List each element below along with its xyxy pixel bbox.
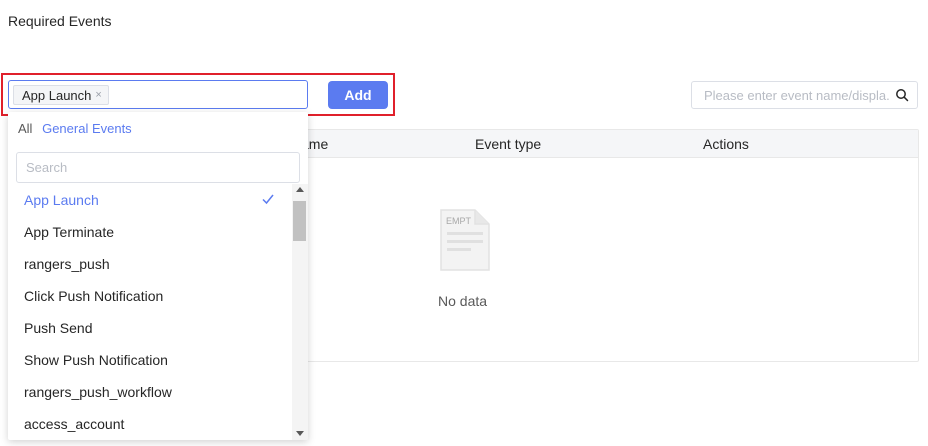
scroll-up-arrow-icon[interactable] — [296, 187, 304, 192]
list-item-label: rangers_push — [24, 256, 110, 272]
event-search-placeholder: Please enter event name/displa. — [704, 87, 890, 103]
tab-all[interactable]: All — [18, 121, 32, 136]
page-title: Required Events — [8, 13, 112, 29]
events-table: ame Event type Actions EMPT No data — [300, 129, 919, 362]
tag-close-icon[interactable]: × — [95, 89, 101, 101]
add-button[interactable]: Add — [328, 81, 388, 109]
event-dropdown: All General Events Search App Launch App… — [8, 112, 308, 440]
dropdown-list: App Launch App Terminate rangers_push Cl… — [8, 184, 292, 440]
list-item[interactable]: App Terminate — [8, 216, 292, 248]
scroll-down-arrow-icon[interactable] — [296, 431, 304, 436]
selected-tag: App Launch × — [13, 85, 109, 105]
list-item-label: Click Push Notification — [24, 288, 164, 304]
list-item-label: App Terminate — [24, 224, 115, 240]
event-select[interactable]: App Launch × — [8, 80, 308, 109]
list-item[interactable]: rangers_push_workflow — [8, 376, 292, 408]
list-item[interactable]: rangers_push — [8, 248, 292, 280]
list-item[interactable]: Push Send — [8, 312, 292, 344]
scroll-thumb[interactable] — [293, 201, 306, 241]
list-item[interactable]: App Launch — [8, 184, 292, 216]
tab-general-events[interactable]: General Events — [42, 121, 132, 136]
list-item-label: access_account — [24, 416, 125, 432]
column-header-event-type: Event type — [475, 136, 542, 152]
list-item-label: Push Send — [24, 320, 93, 336]
search-icon[interactable] — [895, 88, 909, 102]
list-item[interactable]: Click Push Notification — [8, 280, 292, 312]
empty-text: No data — [438, 293, 488, 309]
column-header-actions: Actions — [703, 136, 749, 152]
empty-file-icon: EMPT — [440, 209, 490, 271]
check-icon — [262, 194, 274, 205]
list-item-label: App Launch — [24, 192, 99, 208]
list-item[interactable]: access_account — [8, 408, 292, 440]
list-item-label: rangers_push_workflow — [24, 384, 172, 400]
dropdown-tabs: All General Events — [18, 121, 132, 136]
dropdown-scrollbar[interactable] — [292, 184, 308, 440]
list-item[interactable]: Show Push Notification — [8, 344, 292, 376]
selected-tag-label: App Launch — [22, 87, 92, 103]
event-search-input[interactable]: Please enter event name/displa. — [691, 81, 918, 109]
dropdown-search-input[interactable]: Search — [16, 152, 300, 183]
table-header: ame Event type Actions — [301, 130, 918, 158]
list-item-label: Show Push Notification — [24, 352, 168, 368]
empty-icon-text: EMPT — [446, 216, 472, 226]
